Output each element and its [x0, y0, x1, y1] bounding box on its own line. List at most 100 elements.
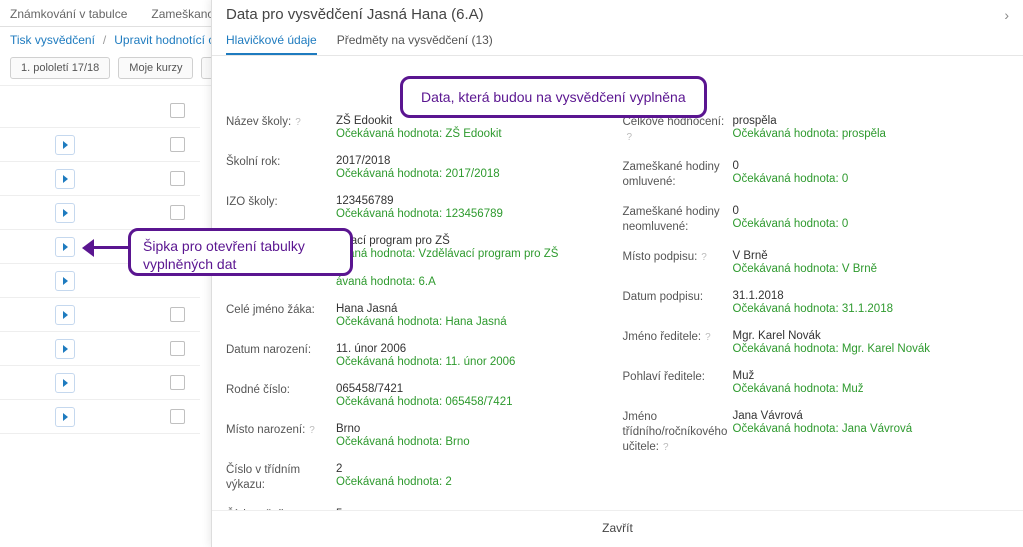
help-icon[interactable]: ? — [295, 116, 301, 129]
field-expected: Očekávaná hodnota: prospěla — [733, 128, 1010, 140]
field-label: Jméno ředitele:? — [623, 330, 733, 345]
help-icon[interactable]: ? — [309, 424, 315, 437]
field-expected: Očekávaná hodnota: 11. únor 2006 — [336, 356, 613, 368]
tab-grading[interactable]: Známkování v tabulce — [10, 4, 127, 24]
chevron-right-icon — [63, 277, 68, 285]
list-item — [0, 162, 200, 196]
field-value: 2 — [336, 463, 613, 475]
help-icon[interactable]: ? — [663, 441, 669, 454]
chip-period[interactable]: 1. pololetí 17/18 — [10, 57, 110, 79]
field-expected: Očekávaná hodnota: 0 — [733, 218, 1010, 230]
field-row: Pohlaví ředitele:MužOčekávaná hodnota: M… — [623, 367, 1010, 407]
field-value: 31.1.2018 — [733, 290, 1010, 302]
expand-button[interactable] — [55, 271, 75, 291]
chip-courses[interactable]: Moje kurzy — [118, 57, 193, 79]
field-row: Číslo v třídním výkazu:2Očekávaná hodnot… — [226, 460, 613, 505]
chevron-right-icon — [63, 413, 68, 421]
field-label: IZO školy: — [226, 195, 336, 210]
callout-arrow: Šipka pro otevření tabulky vyplněných da… — [128, 228, 353, 276]
field-row: Zameškané hodiny omluvené:0Očekávaná hod… — [623, 157, 1010, 202]
callout-arrow-line — [92, 246, 130, 249]
list-item — [0, 128, 200, 162]
expand-button[interactable] — [55, 135, 75, 155]
field-row: Rodné číslo:065458/7421Očekávaná hodnota… — [226, 380, 613, 420]
row-checkbox[interactable] — [170, 205, 185, 220]
breadcrumb-print[interactable]: Tisk vysvědčení — [10, 33, 95, 47]
row-checkbox[interactable] — [170, 409, 185, 424]
field-value: Jana Vávrová — [733, 410, 1010, 422]
field-expected: ávaná hodnota: 6.A — [336, 276, 613, 288]
field-value: Hana Jasná — [336, 303, 613, 315]
row-checkbox[interactable] — [170, 103, 185, 118]
field-row: Datum podpisu:31.1.2018Očekávaná hodnota… — [623, 287, 1010, 327]
panel-left-column: Název školy:?ZŠ EdookitOčekávaná hodnota… — [226, 112, 613, 510]
expand-button[interactable] — [55, 203, 75, 223]
field-value: 065458/7421 — [336, 383, 613, 395]
field-label: Zameškané hodiny omluvené: — [623, 160, 733, 190]
row-checkbox[interactable] — [170, 137, 185, 152]
panel-tab-subjects[interactable]: Předměty na vysvědčení (13) — [337, 27, 493, 55]
chevron-right-icon — [63, 311, 68, 319]
field-expected: Očekávaná hodnota: Brno — [336, 436, 613, 448]
list-item — [0, 400, 200, 434]
expand-button[interactable] — [55, 373, 75, 393]
panel-close-button[interactable]: › — [1004, 7, 1009, 23]
field-row: Název školy:?ZŠ EdookitOčekávaná hodnota… — [226, 112, 613, 152]
field-row: Jméno třídního/ročníkového učitele:?Jana… — [623, 407, 1010, 467]
field-row: ávaná hodnota: 6.A — [226, 272, 613, 300]
expand-button[interactable] — [55, 169, 75, 189]
help-icon[interactable]: ? — [627, 131, 633, 144]
field-label: Zameškané hodiny neomluvené: — [623, 205, 733, 235]
field-label: Číslo v třídním výkazu: — [226, 463, 336, 493]
field-value: 0 — [733, 160, 1010, 172]
field-expected: Očekávaná hodnota: 2017/2018 — [336, 168, 613, 180]
field-expected: Očekávaná hodnota: 2 — [336, 476, 613, 488]
field-value: prospěla — [733, 115, 1010, 127]
expand-button[interactable] — [55, 237, 75, 257]
field-expected: Očekávaná hodnota: 065458/7421 — [336, 396, 613, 408]
field-expected: Očekávaná hodnota: V Brně — [733, 263, 1010, 275]
field-label: Datum narození: — [226, 343, 336, 358]
field-expected: Očekávaná hodnota: 123456789 — [336, 208, 613, 220]
field-row: IZO školy:123456789Očekávaná hodnota: 12… — [226, 192, 613, 232]
field-row: Celkové hodnocení:?prospělaOčekávaná hod… — [623, 112, 1010, 157]
field-row: Datum narození:11. únor 2006Očekávaná ho… — [226, 340, 613, 380]
field-row: Školní rok:2017/2018Očekávaná hodnota: 2… — [226, 152, 613, 192]
field-value: 11. únor 2006 — [336, 343, 613, 355]
expand-button[interactable] — [55, 305, 75, 325]
field-value: V Brně — [733, 250, 1010, 262]
field-label: Rodné číslo: — [226, 383, 336, 398]
expand-button[interactable] — [55, 407, 75, 427]
field-expected: Očekávaná hodnota: Hana Jasná — [336, 316, 613, 328]
row-checkbox[interactable] — [170, 171, 185, 186]
panel-footer-close-button[interactable]: Zavřít — [212, 510, 1023, 547]
chevron-right-icon — [63, 175, 68, 183]
field-row: Zameškané hodiny neomluvené:0Očekávaná h… — [623, 202, 1010, 247]
list-item — [0, 332, 200, 366]
chevron-right-icon — [63, 243, 68, 251]
field-value: Mgr. Karel Novák — [733, 330, 1010, 342]
panel-title: Data pro vysvědčení Jasná Hana (6.A) — [226, 6, 484, 23]
field-value: 123456789 — [336, 195, 613, 207]
panel-tab-header[interactable]: Hlavičkové údaje — [226, 27, 317, 55]
field-label: Místo narození:? — [226, 423, 336, 438]
field-expected: Očekávaná hodnota: ZŠ Edookit — [336, 128, 613, 140]
field-label: Celkové hodnocení:? — [623, 115, 733, 145]
field-label: Celé jméno žáka: — [226, 303, 336, 318]
expand-button[interactable] — [55, 339, 75, 359]
help-icon[interactable]: ? — [705, 331, 711, 344]
list-item — [0, 366, 200, 400]
field-value: Brno — [336, 423, 613, 435]
field-expected: ávaná hodnota: Vzdělávací program pro ZŠ — [336, 248, 613, 260]
field-expected: Očekávaná hodnota: Mgr. Karel Novák — [733, 343, 1010, 355]
field-value: lávací program pro ZŠ — [336, 235, 613, 247]
field-label: Místo podpisu:? — [623, 250, 733, 265]
row-checkbox[interactable] — [170, 307, 185, 322]
chevron-right-icon — [63, 379, 68, 387]
row-checkbox[interactable] — [170, 341, 185, 356]
field-row: Místo narození:?BrnoOčekávaná hodnota: B… — [226, 420, 613, 460]
field-row: Celé jméno žáka:Hana JasnáOčekávaná hodn… — [226, 300, 613, 340]
help-icon[interactable]: ? — [701, 251, 707, 264]
row-checkbox[interactable] — [170, 375, 185, 390]
field-value: 0 — [733, 205, 1010, 217]
